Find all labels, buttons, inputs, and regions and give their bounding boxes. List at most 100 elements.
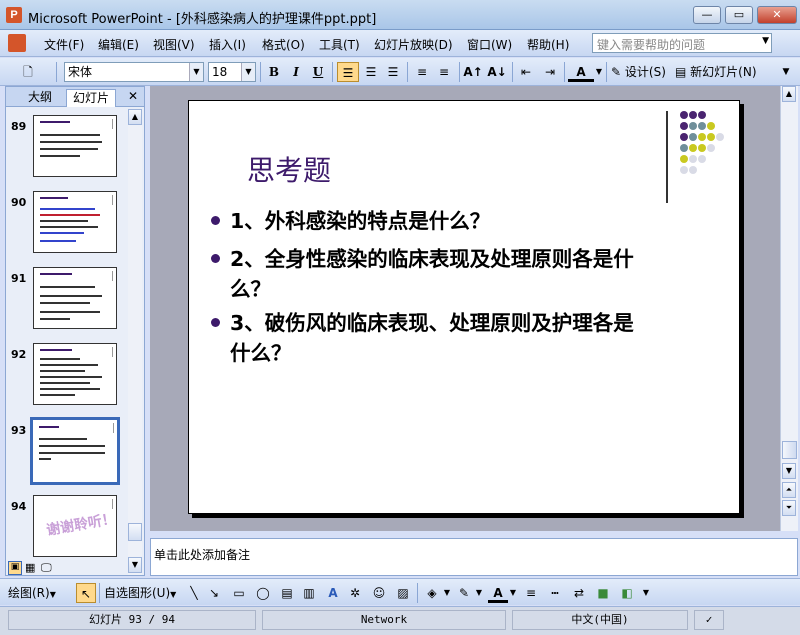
autoshapes-button[interactable]: 自选图形(U)▼ [104, 583, 182, 603]
menu-file[interactable]: 文件(F) [44, 36, 84, 53]
fill-color-icon[interactable]: ◈ [422, 583, 442, 603]
line-tool-icon[interactable]: ╲ [186, 583, 202, 603]
slide-thumbnail-92[interactable] [33, 343, 117, 405]
slide-scrollbar[interactable]: ▲ ▼ ⏶ ⏷ [780, 86, 798, 531]
close-icon[interactable]: ✕ [128, 89, 138, 103]
minimize-button[interactable]: — [693, 6, 721, 24]
thumb-text-line [39, 452, 105, 454]
slide-sorter-view-icon[interactable]: ▦ [25, 561, 35, 574]
select-pointer-icon[interactable]: ↖ [76, 583, 96, 603]
font-color-draw-icon[interactable]: A [488, 583, 508, 603]
slideshow-view-icon[interactable]: 🖵 [41, 561, 52, 575]
new-slide-icon: ▤ [675, 65, 687, 79]
chevron-down-icon[interactable]: ▼ [475, 583, 483, 603]
scroll-up-icon[interactable]: ▲ [128, 109, 142, 125]
normal-view-icon[interactable]: ▣ [8, 561, 22, 575]
numbering-icon[interactable]: ≡ [412, 62, 432, 82]
new-document-icon[interactable]: 🗋 [18, 62, 38, 82]
increase-font-icon[interactable]: A↑ [463, 62, 483, 82]
close-button[interactable]: ✕ [757, 6, 797, 24]
decrease-indent-icon[interactable]: ⇤ [516, 62, 536, 82]
menu-insert[interactable]: 插入(I) [209, 36, 246, 53]
align-center-icon[interactable]: ☰ [361, 62, 381, 82]
bullet-item-1[interactable]: 1、外科感染的特点是什么？ [211, 205, 490, 237]
align-right-icon[interactable]: ☰ [383, 62, 403, 82]
menu-tools[interactable]: 工具(T) [319, 36, 360, 53]
toolbar-options-icon[interactable]: ▼ [778, 62, 794, 82]
status-slide-info: 幻灯片 93 / 94 [8, 610, 256, 630]
menu-format[interactable]: 格式(O) [262, 36, 305, 53]
wordart-icon[interactable]: A [324, 583, 342, 603]
menu-view[interactable]: 视图(V) [153, 36, 195, 53]
tab-slides[interactable]: 幻灯片 [66, 89, 117, 107]
menu-help[interactable]: 帮助(H) [527, 36, 569, 53]
toolbar-options-icon[interactable]: ▼ [640, 583, 652, 603]
slide-canvas[interactable]: 思考题 1、外科感染的特点是什么？ 2、全身性感染的临床表现及处理原则各是什 么… [188, 100, 740, 514]
textbox-tool-icon[interactable]: ▤ [278, 583, 296, 603]
slide-thumbnail-90[interactable] [33, 191, 117, 253]
document-icon[interactable] [8, 34, 26, 52]
restore-button[interactable]: ▭ [725, 6, 753, 24]
font-name-select[interactable]: 宋体 ▼ [64, 62, 204, 82]
scroll-up-icon[interactable]: ▲ [782, 86, 796, 102]
chevron-down-icon[interactable]: ▼ [762, 36, 769, 46]
tab-outline[interactable]: 大纲 [22, 89, 58, 107]
increase-indent-icon[interactable]: ⇥ [540, 62, 560, 82]
shadow-style-icon[interactable]: ■ [594, 583, 612, 603]
slide-title[interactable]: 思考题 [247, 149, 331, 189]
italic-button[interactable]: I [286, 62, 306, 82]
panel-tabs: 大纲 幻灯片 ✕ [6, 87, 144, 107]
insert-picture-icon[interactable]: ▨ [394, 583, 412, 603]
chevron-down-icon[interactable]: ▼ [509, 583, 517, 603]
scroll-down-icon[interactable]: ▼ [782, 463, 796, 479]
spelling-check-icon[interactable]: ✓ [694, 610, 724, 630]
chevron-down-icon[interactable]: ▼ [189, 63, 203, 81]
menu-slideshow[interactable]: 幻灯片放映(D) [374, 36, 453, 53]
slide-thumbnail-91[interactable] [33, 267, 117, 329]
menu-window[interactable]: 窗口(W) [467, 36, 512, 53]
help-search-input[interactable]: 键入需要帮助的问题 ▼ [592, 33, 772, 53]
draw-menu-button[interactable]: 绘图(R)▼ [8, 583, 72, 603]
bullets-icon[interactable]: ≡ [434, 62, 454, 82]
menu-edit[interactable]: 编辑(E) [98, 36, 139, 53]
underline-button[interactable]: U [308, 62, 328, 82]
toolbar-separator [417, 583, 418, 603]
slides-panel-scrollbar[interactable]: ▲ ▼ [128, 109, 142, 575]
rectangle-tool-icon[interactable]: ▭ [230, 583, 248, 603]
slide-thumbnail-94[interactable]: 谢谢聆听！ [33, 495, 117, 557]
arrow-tool-icon[interactable]: ↘ [206, 583, 222, 603]
bold-button[interactable]: B [264, 62, 284, 82]
slide-thumbnail-89[interactable] [33, 115, 117, 177]
next-slide-icon[interactable]: ⏷ [782, 500, 796, 516]
dash-style-icon[interactable]: ┅ [546, 583, 564, 603]
decrease-font-icon[interactable]: A↓ [487, 62, 507, 82]
thumb-title-line [39, 426, 59, 428]
chevron-down-icon[interactable]: ▼ [443, 583, 451, 603]
bullet-item-3[interactable]: 3、破伤风的临床表现、处理原则及护理各是 [211, 307, 634, 339]
font-size-select[interactable]: 18 ▼ [208, 62, 256, 82]
line-style-icon[interactable]: ≡ [522, 583, 540, 603]
vertical-textbox-icon[interactable]: ▥ [300, 583, 318, 603]
3d-style-icon[interactable]: ◧ [618, 583, 636, 603]
scrollbar-thumb[interactable] [782, 441, 797, 459]
toolbar-separator [332, 62, 333, 82]
bullet-item-2[interactable]: 2、全身性感染的临床表现及处理原则各是什 [211, 243, 634, 275]
previous-slide-icon[interactable]: ⏶ [782, 482, 796, 498]
font-color-icon[interactable]: A [568, 62, 594, 82]
thumb-text-line [40, 295, 102, 297]
chevron-down-icon[interactable]: ▼ [241, 63, 255, 81]
design-button[interactable]: ✎ 设计(S) [611, 62, 671, 82]
diagram-icon[interactable]: ✲ [346, 583, 364, 603]
line-color-icon[interactable]: ✎ [454, 583, 474, 603]
slide-thumbnail-93-selected[interactable] [30, 417, 120, 485]
scroll-down-icon[interactable]: ▼ [128, 557, 142, 573]
formatting-toolbar: 🗋 宋体 ▼ 18 ▼ B I U ☰ ☰ ☰ ≡ ≡ A↑ A↓ ⇤ ⇥ A … [0, 58, 800, 86]
notes-pane[interactable]: 单击此处添加备注 [150, 538, 798, 576]
scrollbar-thumb[interactable] [128, 523, 142, 541]
arrow-style-icon[interactable]: ⇄ [570, 583, 588, 603]
chevron-down-icon[interactable]: ▼ [595, 62, 603, 82]
oval-tool-icon[interactable]: ◯ [254, 583, 272, 603]
align-left-icon[interactable]: ☰ [337, 62, 359, 82]
clipart-icon[interactable]: ☺ [370, 583, 388, 603]
new-slide-button[interactable]: ▤ 新幻灯片(N) [675, 62, 765, 82]
